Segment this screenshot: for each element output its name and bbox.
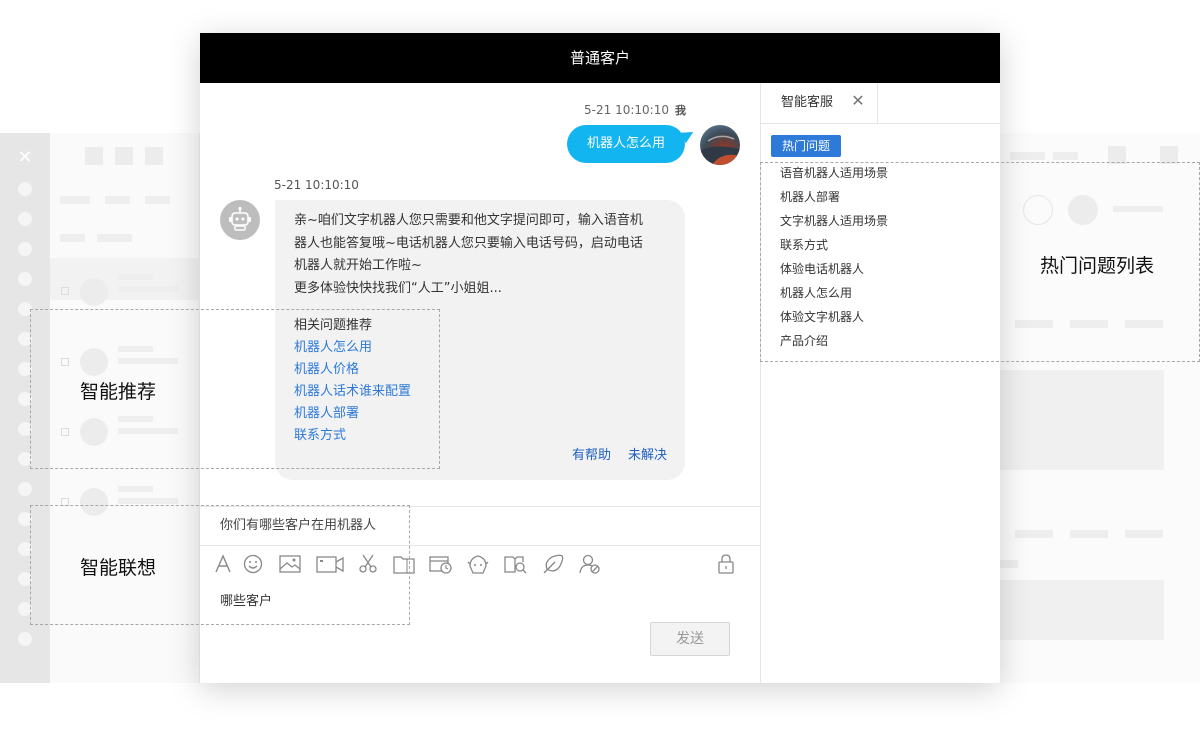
my-message-meta: 5-21 10:10:10 我 <box>584 102 686 118</box>
background-nav-dot <box>18 242 32 256</box>
background-bar <box>97 234 132 242</box>
background-bar <box>60 196 90 204</box>
bot-text-line: 机器人就开始工作啦~ <box>294 258 422 273</box>
helpful-button[interactable]: 有帮助 <box>572 448 611 463</box>
robot-avatar-icon <box>220 200 260 240</box>
user-avatar <box>700 125 740 165</box>
lock-icon[interactable] <box>713 551 739 577</box>
background-bar <box>118 274 153 280</box>
background-bar <box>145 196 170 204</box>
my-sender-label: 我 <box>675 104 686 117</box>
background-bar <box>118 498 178 504</box>
background-nav-dot <box>18 272 32 286</box>
background-bar <box>118 286 178 292</box>
evaluate-icon[interactable] <box>540 551 566 577</box>
background-nav-dot <box>18 482 32 496</box>
background-nav-dot <box>18 182 32 196</box>
background-bar <box>1125 530 1163 538</box>
transfer-icon[interactable] <box>577 551 603 577</box>
send-button[interactable]: 发送 <box>650 622 730 656</box>
unsolved-button[interactable]: 未解决 <box>628 448 667 463</box>
hot-questions-badge[interactable]: 热门问题 <box>771 135 841 157</box>
background-tool <box>115 147 133 165</box>
background-block <box>1000 370 1164 470</box>
background-bar <box>118 486 153 492</box>
background-tool <box>145 147 163 165</box>
background-bar <box>1053 152 1078 160</box>
background-bar <box>60 234 85 242</box>
background-bar <box>1010 152 1045 160</box>
knowledge-icon[interactable] <box>503 551 529 577</box>
bot-text-line: 更多体验快快找我们“人工”小姐姐... <box>294 280 502 296</box>
background-block <box>1000 580 1164 640</box>
bot-icon[interactable] <box>465 551 491 577</box>
background-checkbox <box>61 287 69 295</box>
window-title: 普通客户 <box>200 33 1000 83</box>
my-message-time: 5-21 10:10:10 <box>584 103 669 117</box>
history-icon[interactable] <box>428 551 454 577</box>
background-bar <box>105 196 130 204</box>
hot-list-annotation-label: 热门问题列表 <box>1040 255 1155 277</box>
associate-annotation-label: 智能联想 <box>80 557 157 579</box>
background-logo-icon: ✕ <box>17 147 33 168</box>
bot-message-time: 5-21 10:10:10 <box>274 178 359 192</box>
background-bar <box>1070 530 1108 538</box>
user-avatar-image <box>700 135 740 165</box>
feedback-row: 有帮助 未解决 <box>555 444 667 463</box>
background-tool <box>85 147 103 165</box>
stage: ✕ 普通客户 5-21 10:10:10 我 机器人怎么用 5-21 10:10… <box>0 0 1200 740</box>
robot-icon-glyph <box>229 206 251 231</box>
background-avatar <box>80 278 108 306</box>
background-bar <box>1015 530 1053 538</box>
my-message-bubble: 机器人怎么用 <box>566 125 685 163</box>
bot-message-text: 亲~咱们文字机器人您只需要和他文字提问即可，输入语音机 器人也能答复哦~电话机器… <box>294 210 667 300</box>
background-bar <box>1000 560 1018 568</box>
recommend-annotation-label: 智能推荐 <box>80 381 157 403</box>
bot-text-line: 器人也能答复哦~电话机器人您只要输入电话号码，启动电话 <box>294 235 643 251</box>
close-icon[interactable]: ✕ <box>849 92 867 110</box>
tab-underline <box>761 123 1000 124</box>
background-nav-dot <box>18 212 32 226</box>
background-nav-dot <box>18 632 32 646</box>
bot-text-line: 亲~咱们文字机器人您只需要和他文字提问即可，输入语音机 <box>294 213 643 228</box>
